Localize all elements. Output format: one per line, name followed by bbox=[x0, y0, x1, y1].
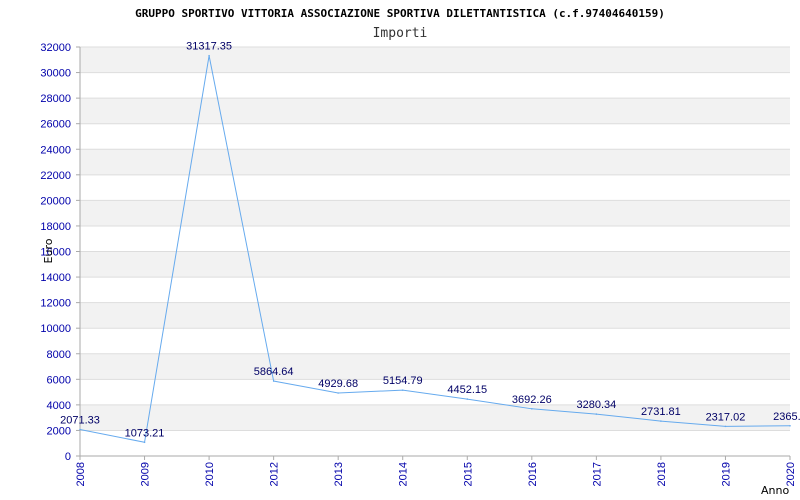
grid-band bbox=[80, 98, 790, 124]
data-label: 5864.64 bbox=[254, 366, 294, 378]
x-tick-label: 2010 bbox=[204, 462, 216, 486]
x-tick-label: 2012 bbox=[269, 462, 281, 486]
x-tick-label: 2018 bbox=[656, 462, 668, 486]
data-point bbox=[79, 428, 81, 431]
chart: 0 2000 4000 6000 8000 10000 12000 14000 16000 180… bbox=[0, 0, 800, 500]
chart-subtitle: Importi bbox=[373, 26, 428, 41]
grid-band bbox=[80, 149, 790, 175]
data-label: 2731.81 bbox=[641, 406, 681, 418]
grid-band bbox=[80, 200, 790, 226]
y-tick-label: 6000 bbox=[47, 374, 71, 386]
y-tick-label: 30000 bbox=[40, 68, 71, 80]
y-tick-label: 20000 bbox=[40, 195, 71, 207]
y-tick-label: 26000 bbox=[40, 119, 71, 131]
data-point bbox=[660, 420, 662, 422]
y-tick-label: 32000 bbox=[40, 42, 71, 54]
x-tick-label: 2008 bbox=[75, 462, 87, 486]
data-label: 2317.02 bbox=[706, 411, 746, 423]
y-tick-label: 12000 bbox=[40, 298, 71, 310]
y-tick-label: 28000 bbox=[40, 93, 71, 105]
data-point bbox=[466, 398, 469, 400]
data-point bbox=[208, 54, 210, 57]
x-tick-labels: 2008 2009 2010 2012 2013 2014 2015 2016 2017 2018… bbox=[75, 456, 797, 486]
y-tick-label: 22000 bbox=[40, 170, 71, 182]
data-point bbox=[724, 425, 727, 428]
y-axis-label: Euro bbox=[42, 238, 55, 263]
data-point bbox=[531, 408, 533, 410]
x-tick-label: 2009 bbox=[140, 462, 152, 486]
data-point bbox=[337, 392, 339, 394]
x-axis-label: Anno bbox=[761, 484, 789, 497]
x-tick-label: 2017 bbox=[591, 462, 603, 486]
data-label: 2071.33 bbox=[60, 415, 100, 427]
grid-band bbox=[80, 353, 790, 380]
data-label: 4452.15 bbox=[447, 384, 487, 396]
data-label: 1073.21 bbox=[125, 427, 165, 439]
data-point bbox=[401, 389, 404, 391]
y-tick-label: 14000 bbox=[40, 272, 71, 284]
data-point bbox=[143, 441, 146, 444]
grid-band bbox=[80, 404, 790, 431]
data-label: 3692.26 bbox=[512, 394, 552, 406]
x-tick-label: 2016 bbox=[527, 462, 539, 486]
line-chart: 0200040006000800010000120001400016000180… bbox=[40, 7, 800, 497]
x-tick-label: 2015 bbox=[462, 462, 474, 486]
x-tick-label: 2020 bbox=[785, 462, 797, 486]
y-tick-label: 2000 bbox=[47, 425, 71, 437]
x-tick-label: 2019 bbox=[720, 462, 732, 486]
grid-band bbox=[80, 302, 790, 329]
data-label: 3280.34 bbox=[576, 399, 616, 411]
grid-bands bbox=[80, 47, 790, 431]
y-tick-label: 8000 bbox=[47, 349, 71, 361]
data-point bbox=[595, 413, 598, 415]
y-tick-label: 4000 bbox=[47, 400, 71, 412]
chart-title: GRUPPO SPORTIVO VITTORIA ASSOCIAZIONE SP… bbox=[135, 7, 665, 20]
y-tick-label: 0 bbox=[65, 451, 71, 463]
x-tick-label: 2014 bbox=[398, 462, 410, 486]
y-tick-label: 18000 bbox=[40, 221, 71, 233]
data-point bbox=[272, 380, 275, 382]
data-label: 5154.79 bbox=[383, 375, 423, 387]
x-tick-label: 2013 bbox=[333, 462, 345, 486]
data-point bbox=[789, 424, 791, 427]
grid-band bbox=[80, 251, 790, 278]
data-label: 31317.35 bbox=[186, 41, 232, 53]
data-label: 2365.4 bbox=[773, 411, 800, 423]
y-tick-label: 24000 bbox=[40, 144, 71, 156]
y-tick-label: 10000 bbox=[40, 323, 71, 335]
data-label: 4929.68 bbox=[318, 378, 358, 390]
